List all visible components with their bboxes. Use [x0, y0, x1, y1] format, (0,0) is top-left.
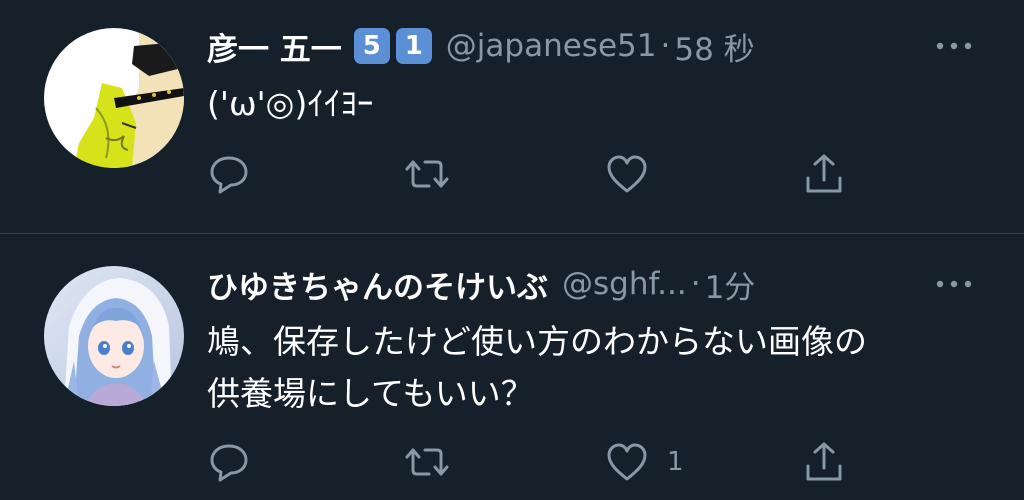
- like-button[interactable]: 1: [605, 438, 684, 486]
- reply-button[interactable]: [207, 150, 251, 198]
- share-button[interactable]: [802, 150, 846, 198]
- tweet-text-line: 鳩、保存したけど使い方のわからない画像の: [207, 322, 867, 361]
- like-button[interactable]: [605, 150, 667, 198]
- tweet-header: ひゆきちゃんのそけいぶ @sghf... · 1分: [207, 262, 755, 306]
- more-options-icon[interactable]: [934, 36, 974, 56]
- retweet-icon: [405, 160, 449, 188]
- separator: ·: [660, 28, 671, 64]
- avatar[interactable]: [44, 266, 184, 406]
- keycap-1-icon: 1: [395, 28, 432, 64]
- tweet[interactable]: 彦一 五一 5 1 @japanese51 · 58 秒 ('ω'◎)ｲｲﾖｰ: [0, 0, 1024, 233]
- retweet-button[interactable]: [405, 150, 449, 198]
- action-bar: 1: [207, 438, 867, 486]
- display-name[interactable]: ひゆきちゃんのそけいぶ: [207, 262, 548, 307]
- tweet-text-line: 供養場にしてもいい？: [207, 374, 534, 413]
- share-icon: [806, 154, 842, 193]
- tweet-text: 鳩、保存したけど使い方のわからない画像の 供養場にしてもいい？: [207, 316, 987, 420]
- retweet-button[interactable]: [405, 438, 449, 486]
- share-icon: [806, 442, 842, 481]
- avatar[interactable]: [44, 28, 184, 168]
- handle[interactable]: @sghf...: [562, 266, 687, 302]
- heart-icon: [607, 155, 647, 193]
- more-options-icon[interactable]: [934, 274, 974, 294]
- retweet-icon: [405, 448, 449, 476]
- reply-icon: [210, 156, 248, 194]
- tweet-header: 彦一 五一 5 1 @japanese51 · 58 秒: [207, 24, 755, 68]
- separator: ·: [690, 266, 701, 302]
- handle[interactable]: @japanese51: [446, 28, 657, 64]
- timestamp[interactable]: 58 秒: [674, 24, 754, 69]
- tweet[interactable]: ひゆきちゃんのそけいぶ @sghf... · 1分 鳩、保存したけど使い方のわか…: [0, 234, 1024, 500]
- reply-button[interactable]: [207, 438, 251, 486]
- timeline: 彦一 五一 5 1 @japanese51 · 58 秒 ('ω'◎)ｲｲﾖｰ: [0, 0, 1024, 500]
- avatar-anime-girl-icon: [44, 266, 184, 406]
- action-bar: [207, 150, 867, 198]
- tweet-text: ('ω'◎)ｲｲﾖｰ: [207, 84, 374, 123]
- heart-icon: [607, 443, 647, 481]
- timestamp[interactable]: 1分: [705, 262, 756, 307]
- keycap-5-icon: 5: [353, 28, 390, 64]
- like-count: 1: [667, 447, 684, 477]
- display-name[interactable]: 彦一 五一: [207, 24, 342, 69]
- avatar-drawing-icon: [44, 28, 184, 168]
- reply-icon: [210, 444, 248, 482]
- share-button[interactable]: [802, 438, 846, 486]
